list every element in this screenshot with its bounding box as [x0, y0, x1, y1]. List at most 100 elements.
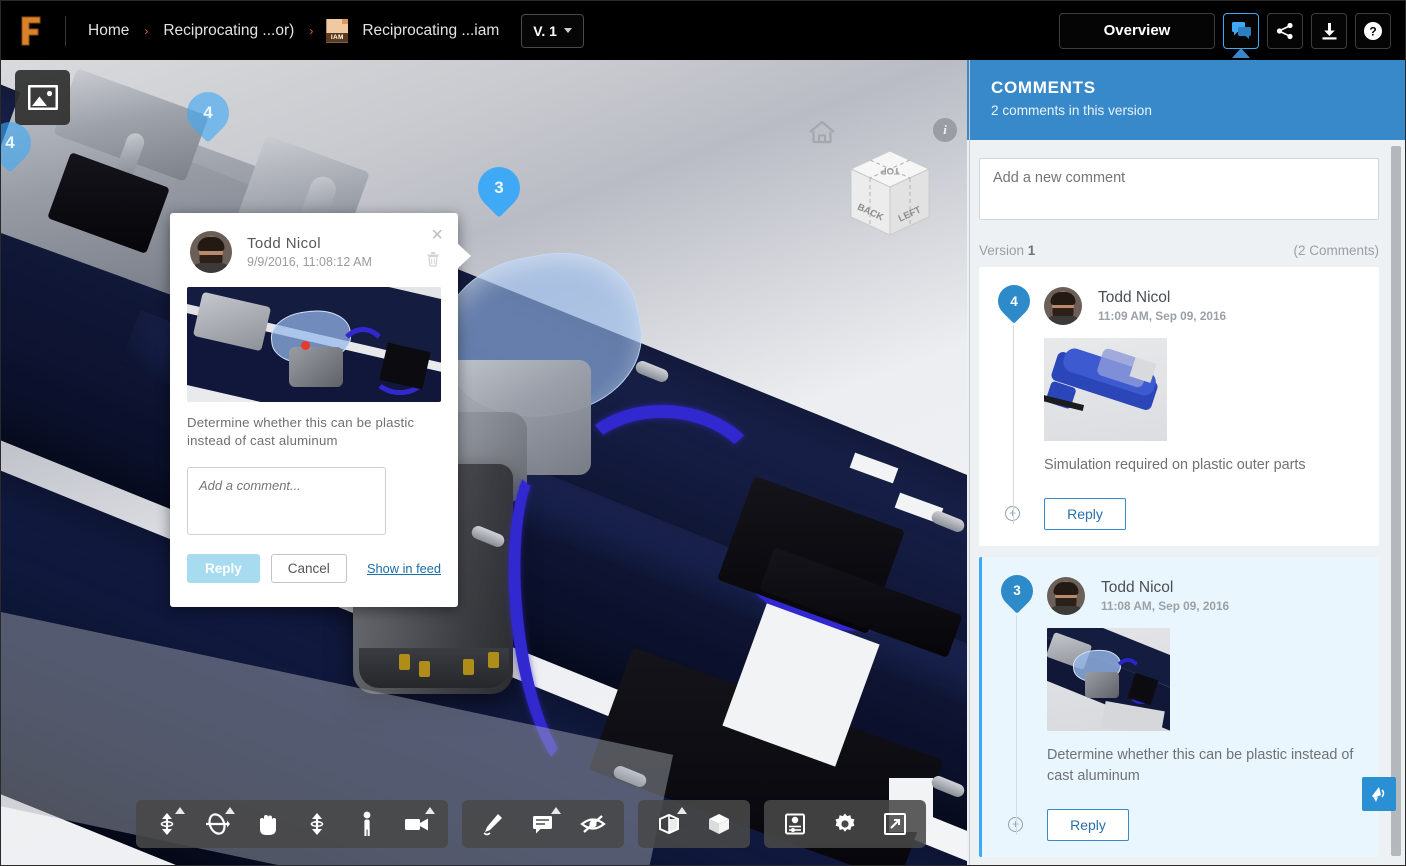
- pan-tool-button[interactable]: [242, 802, 292, 846]
- image-thumbnail-icon[interactable]: [15, 70, 70, 125]
- comment-card-footer: + Reply: [979, 497, 1379, 530]
- comment-reply-button[interactable]: Reply: [1047, 808, 1129, 841]
- top-bar: Home › Reciprocating ...or) › IAM Recipr…: [1, 1, 1405, 60]
- brush-c: [463, 659, 474, 675]
- comment-card[interactable]: 4 Todd Nicol 11:09 AM, Sep 09, 2016 Simu…: [979, 267, 1379, 546]
- toolbar-group-markup: [462, 800, 624, 848]
- comment-pin[interactable]: 4: [991, 278, 1037, 327]
- comment-thumbnail[interactable]: [1044, 338, 1167, 441]
- comment-pin-number: 3: [1013, 583, 1021, 599]
- version-row: Version 1 (2 Comments): [979, 243, 1379, 258]
- top-bar-actions: Overview ?: [1059, 1, 1391, 60]
- bottom-toolbar: [136, 800, 926, 848]
- viewport-marker-3[interactable]: 3: [469, 158, 529, 221]
- version-selector[interactable]: V. 1: [521, 13, 584, 48]
- iam-file-icon-label: IAM: [326, 32, 349, 42]
- logo-divider: [65, 15, 66, 46]
- explode-tool-button[interactable]: [694, 802, 744, 846]
- comment-card[interactable]: 3 Todd Nicol 11:08 AM, Sep 09, 2016 Dete…: [979, 556, 1379, 857]
- breadcrumb-item-home[interactable]: Home: [80, 18, 137, 44]
- iam-file-icon: IAM: [326, 18, 349, 43]
- chevron-down-icon: [563, 28, 572, 33]
- comments-panel-scrollbar[interactable]: [1391, 146, 1401, 856]
- new-comment-input[interactable]: [979, 158, 1379, 220]
- zoom-tool-button[interactable]: [142, 802, 192, 846]
- thread-line: [1016, 614, 1017, 835]
- brush-a: [399, 654, 410, 670]
- view-cube[interactable]: TOP BACK LEFT: [841, 145, 939, 243]
- svg-text:TOP: TOP: [880, 165, 900, 176]
- svg-text:?: ?: [1369, 24, 1376, 38]
- version-selector-label: V. 1: [533, 22, 557, 39]
- menu-triangle-icon: [175, 807, 185, 814]
- comment-thumbnail[interactable]: [1047, 627, 1170, 731]
- breadcrumb: Home › Reciprocating ...or) › IAM Recipr…: [80, 18, 507, 44]
- avatar: [1044, 287, 1082, 325]
- breadcrumb-item-project[interactable]: Reciprocating ...or): [155, 18, 302, 44]
- trash-icon[interactable]: [426, 251, 440, 267]
- orbit-tool-button[interactable]: [192, 802, 242, 846]
- comment-pin[interactable]: 3: [994, 568, 1040, 617]
- brush-b: [419, 661, 430, 677]
- settings-button[interactable]: [820, 802, 870, 846]
- comment-body: Simulation required on plastic outer par…: [1044, 457, 1306, 473]
- hide-tool-button[interactable]: [568, 802, 618, 846]
- menu-triangle-icon: [225, 807, 235, 814]
- panel-divider: [969, 60, 970, 865]
- show-in-feed-link[interactable]: Show in feed: [367, 561, 441, 576]
- help-button[interactable]: ?: [1355, 12, 1391, 49]
- toolbar-group-model: [638, 800, 750, 848]
- version-number: 1: [1027, 243, 1036, 258]
- fullscreen-button[interactable]: [870, 802, 920, 846]
- popup-reply-input[interactable]: [187, 467, 386, 536]
- panel-pointer: [1232, 47, 1250, 58]
- comment-card-footer: + Reply: [982, 808, 1379, 841]
- comments-panel-title: COMMENTS: [991, 78, 1096, 97]
- menu-triangle-icon: [425, 807, 435, 814]
- motor-end-band: [359, 648, 509, 688]
- feedback-button[interactable]: [1362, 777, 1396, 811]
- info-icon[interactable]: i: [933, 118, 957, 142]
- comment-timestamp: 11:08 AM, Sep 09, 2016: [1101, 598, 1230, 613]
- marker-number: 4: [203, 103, 213, 122]
- popup-timestamp: 9/9/2016, 11:08:12 AM: [247, 255, 372, 269]
- comments-panel-body: Version 1 (2 Comments) 4: [967, 140, 1405, 865]
- camera-tool-button[interactable]: [392, 802, 442, 846]
- display-settings-button[interactable]: [770, 802, 820, 846]
- comment-author: Todd Nicol: [1098, 289, 1171, 306]
- markup-tool-button[interactable]: [468, 802, 518, 846]
- viewport-marker-4-edge[interactable]: 4: [1, 113, 40, 176]
- popup-thumbnail: [187, 287, 441, 402]
- comments-toggle-button[interactable]: [1223, 12, 1259, 58]
- comment-card-header: 3 Todd Nicol 11:08 AM, Sep 09, 2016: [982, 568, 1379, 617]
- comments-panel: COMMENTS 2 comments in this version Vers…: [967, 60, 1405, 865]
- viewport-marker-4[interactable]: 4: [178, 83, 238, 146]
- popup-reply-button[interactable]: Reply: [187, 554, 260, 584]
- walk-tool-button[interactable]: [342, 802, 392, 846]
- version-label: Version 1: [979, 243, 1035, 258]
- breadcrumb-item-file[interactable]: Reciprocating ...iam: [354, 18, 507, 44]
- version-label-text: Version: [979, 243, 1025, 258]
- version-comment-count: (2 Comments): [1293, 243, 1379, 258]
- share-button[interactable]: [1267, 12, 1303, 49]
- home-icon[interactable]: [808, 119, 836, 147]
- brush-d: [488, 652, 499, 668]
- overview-button[interactable]: Overview: [1059, 12, 1215, 49]
- thread-line: [1013, 325, 1014, 524]
- download-button[interactable]: [1311, 12, 1347, 49]
- comment-tool-button[interactable]: [518, 802, 568, 846]
- model-viewport[interactable]: i TOP BACK LEFT 4 4 3 Todd Nicol 9/9/201…: [1, 60, 969, 865]
- marker-number: 4: [5, 133, 15, 152]
- menu-triangle-icon: [551, 807, 561, 814]
- comment-card-header: 4 Todd Nicol 11:09 AM, Sep 09, 2016: [979, 278, 1379, 327]
- popup-author: Todd Nicol: [247, 235, 322, 252]
- fusion-logo[interactable]: [1, 1, 61, 60]
- popup-actions: Reply Cancel Show in feed: [187, 554, 441, 584]
- comment-reply-button[interactable]: Reply: [1044, 497, 1126, 530]
- popup-header: Todd Nicol 9/9/2016, 11:08:12 AM ×: [170, 213, 458, 281]
- close-icon[interactable]: ×: [431, 225, 443, 245]
- section-tool-button[interactable]: [644, 802, 694, 846]
- zoom-window-tool-button[interactable]: [292, 802, 342, 846]
- popup-cancel-button[interactable]: Cancel: [270, 554, 347, 584]
- popup-tail: [457, 243, 471, 269]
